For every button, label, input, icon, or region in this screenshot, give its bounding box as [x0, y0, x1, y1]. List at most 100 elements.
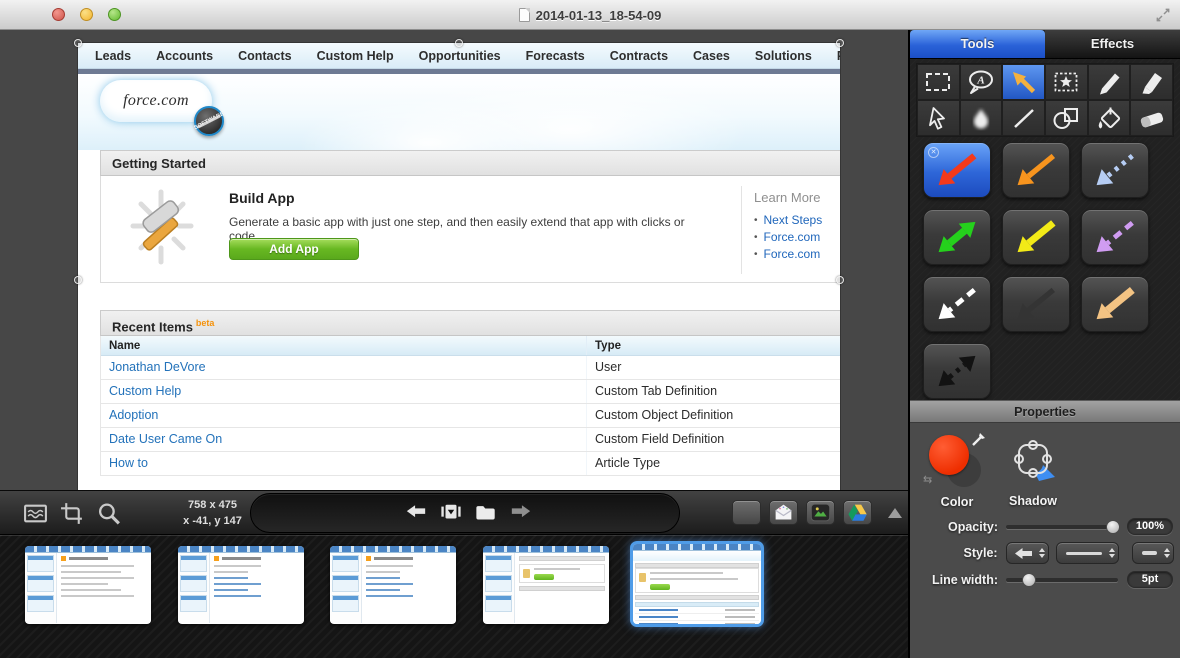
line-style-stepper[interactable] — [1056, 542, 1119, 564]
selection-handle-top-center[interactable] — [455, 39, 463, 47]
thumbnail-4[interactable] — [483, 546, 609, 624]
row-name-link[interactable]: Jonathan DeVore — [101, 356, 586, 379]
canvas-icon — [23, 501, 48, 526]
sf-tab-produ[interactable]: Produ — [837, 49, 840, 63]
tool-blur[interactable] — [960, 100, 1003, 136]
tool-grid: A — [916, 63, 1174, 137]
selection-handle-top-left[interactable] — [74, 39, 82, 47]
tool-shape[interactable] — [1045, 100, 1088, 136]
row-type: Custom Tab Definition — [586, 380, 840, 403]
opacity-slider-knob[interactable] — [1106, 520, 1120, 534]
arrow-style-grid: ✕ — [923, 142, 1169, 399]
arrow-style-yellow-arrow[interactable] — [1002, 209, 1070, 265]
line-width-slider-knob[interactable] — [1022, 573, 1036, 587]
google-drive-share-button[interactable] — [843, 500, 872, 525]
opacity-value[interactable]: 100% — [1127, 518, 1173, 535]
back-arrow-button[interactable] — [403, 500, 429, 526]
tool-highlighter[interactable] — [1130, 64, 1173, 100]
row-name-link[interactable]: Custom Help — [101, 380, 586, 403]
line-width-label: Line width: — [914, 573, 998, 587]
tool-line[interactable] — [1002, 100, 1045, 136]
sf-tab-contacts[interactable]: Contacts — [238, 49, 291, 63]
arrow-style-tan-arrow[interactable] — [1081, 276, 1149, 332]
sf-tab-solutions[interactable]: Solutions — [755, 49, 812, 63]
learn-more-link[interactable]: •Force.com — [754, 230, 840, 244]
crop-button[interactable] — [59, 500, 85, 526]
image-app-share-button[interactable] — [806, 500, 835, 525]
deselect-badge-icon[interactable]: ✕ — [928, 147, 939, 158]
learn-more-title: Learn More — [754, 190, 840, 205]
arrow-style-gray-arrow[interactable] — [1002, 276, 1070, 332]
sf-tab-cases[interactable]: Cases — [693, 49, 730, 63]
sf-tab-opportunities[interactable]: Opportunities — [419, 49, 501, 63]
thumbnail-1[interactable] — [25, 546, 151, 624]
learn-more-link[interactable]: •Force.com — [754, 247, 840, 261]
tool-pen[interactable] — [1088, 64, 1131, 100]
selection-handle-top-right[interactable] — [836, 39, 844, 47]
table-row: How toArticle Type — [101, 452, 840, 476]
shadow-control[interactable]: Shadow — [998, 435, 1068, 508]
shape-icon — [1049, 104, 1083, 132]
tools-panel: Tools Effects A ✕ Properties ⇆ Color — [908, 30, 1180, 658]
cap-style-stepper[interactable] — [1132, 542, 1174, 564]
arrow-style-violet-dashed-arrow[interactable] — [1081, 209, 1149, 265]
arrowhead-style-stepper[interactable] — [1006, 542, 1050, 564]
tool-callout[interactable]: A — [960, 64, 1003, 100]
bullet: • — [754, 232, 758, 243]
learn-more-link[interactable]: •Next Steps — [754, 213, 840, 227]
arrow-style-black-dotted-double-arrow[interactable] — [923, 343, 991, 399]
arrow-style-orange-arrow[interactable] — [1002, 142, 1070, 198]
sf-tab-forecasts[interactable]: Forecasts — [526, 49, 585, 63]
swap-colors-icon[interactable]: ⇆ — [923, 473, 932, 486]
fullscreen-icon[interactable] — [1156, 8, 1170, 22]
shadow-icon — [1009, 435, 1057, 485]
tab-effects[interactable]: Effects — [1045, 30, 1180, 58]
canvas-button[interactable] — [22, 500, 48, 526]
recent-items-table: Name Type Jonathan DeVoreUserCustom Help… — [100, 336, 840, 476]
sf-tab-leads[interactable]: Leads — [95, 49, 131, 63]
primary-color-well[interactable] — [929, 435, 969, 475]
row-name-link[interactable]: Date User Came On — [101, 428, 586, 451]
white-dashed-arrow-glyph — [931, 282, 983, 326]
navigation-bar — [250, 493, 680, 533]
row-name-link[interactable]: Adoption — [101, 404, 586, 427]
tool-arrow[interactable] — [1002, 64, 1045, 100]
eyedropper-icon[interactable] — [971, 431, 987, 447]
folder-button[interactable] — [473, 500, 499, 526]
forward-arrow-button[interactable] — [508, 500, 534, 526]
blank-share-button[interactable] — [732, 500, 761, 525]
arrow-style-blue-dotted-arrow[interactable] — [1081, 142, 1149, 198]
collection-button[interactable] — [438, 500, 464, 526]
zoom-button[interactable] — [96, 500, 122, 526]
line-width-slider[interactable] — [1006, 573, 1118, 587]
tool-rectangular-selection[interactable] — [917, 64, 960, 100]
sf-tab-custom-help[interactable]: Custom Help — [317, 49, 394, 63]
tool-eraser[interactable] — [1130, 100, 1173, 136]
color-control[interactable]: ⇆ Color — [922, 433, 992, 509]
blue-dotted-arrow-glyph — [1089, 148, 1141, 192]
blur-icon — [964, 104, 998, 132]
row-name-link[interactable]: How to — [101, 452, 586, 475]
arrow-style-red-arrow[interactable]: ✕ — [923, 142, 991, 198]
expand-triangle-icon[interactable] — [888, 508, 902, 518]
thumbnail-3[interactable] — [330, 546, 456, 624]
tool-fill[interactable] — [1088, 100, 1131, 136]
canvas[interactable]: Leads Accounts Contacts Custom Help Opportun… — [0, 30, 908, 490]
mail-share-button[interactable] — [769, 500, 798, 525]
tab-tools[interactable]: Tools — [910, 30, 1045, 58]
selection-handle-mid-right[interactable] — [836, 276, 844, 284]
add-app-button[interactable]: Add App — [229, 238, 359, 260]
tool-stamp[interactable] — [1045, 64, 1088, 100]
arrow-style-green-double-arrow[interactable] — [923, 209, 991, 265]
line-icon — [1007, 104, 1041, 132]
arrow-style-white-dashed-arrow[interactable] — [923, 276, 991, 332]
line-width-value[interactable]: 5pt — [1127, 571, 1173, 588]
selection-handle-mid-left[interactable] — [74, 276, 82, 284]
sf-tab-contracts[interactable]: Contracts — [610, 49, 668, 63]
opacity-slider[interactable] — [1006, 520, 1118, 534]
thumbnail-2[interactable] — [178, 546, 304, 624]
screenshot-image[interactable]: Leads Accounts Contacts Custom Help Opportun… — [78, 43, 840, 490]
thumbnail-5[interactable] — [630, 541, 764, 627]
sf-tab-accounts[interactable]: Accounts — [156, 49, 213, 63]
tool-pointer[interactable] — [917, 100, 960, 136]
